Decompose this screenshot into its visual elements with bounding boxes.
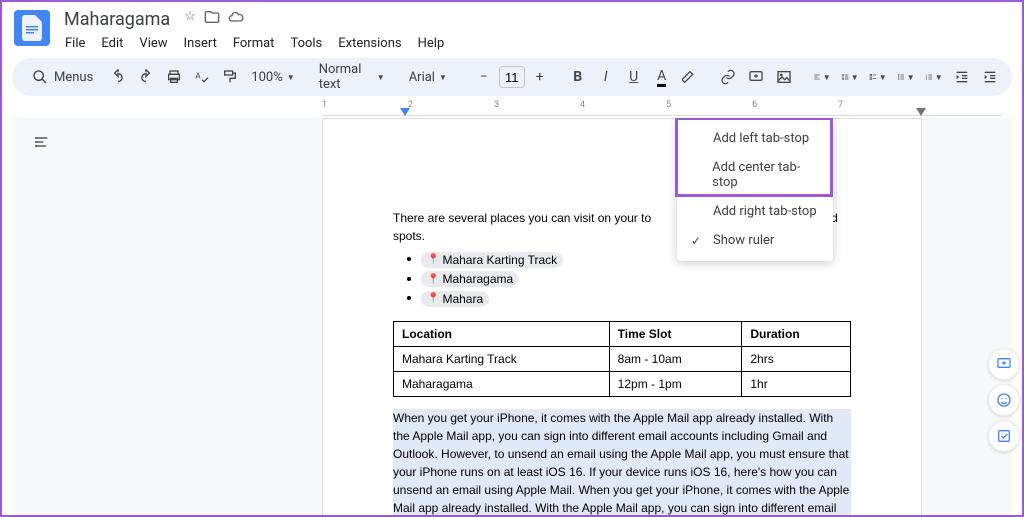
table-header: Location bbox=[394, 321, 610, 346]
italic-button[interactable]: I bbox=[593, 64, 619, 90]
docs-logo[interactable] bbox=[14, 10, 50, 46]
move-folder-icon[interactable] bbox=[204, 9, 220, 29]
table-row: Mahara Karting Track 8am - 10am 2hrs bbox=[394, 346, 851, 371]
schedule-table: Location Time Slot Duration Mahara Karti… bbox=[393, 321, 851, 397]
header: Maharagama ☆ File Edit View Insert Forma… bbox=[2, 2, 1022, 58]
font-size-input[interactable] bbox=[499, 66, 525, 88]
font-increase[interactable]: + bbox=[527, 64, 553, 90]
menu-file[interactable]: File bbox=[58, 32, 92, 55]
location-chip[interactable]: 📍Mahara bbox=[421, 291, 489, 307]
undo-button[interactable] bbox=[105, 64, 131, 90]
pin-icon: 📍 bbox=[427, 293, 439, 304]
ruler[interactable]: 1 2 3 4 5 6 7 bbox=[322, 100, 1002, 116]
highlight-button[interactable] bbox=[677, 64, 703, 90]
underline-button[interactable]: U bbox=[621, 64, 647, 90]
menu-show-ruler[interactable]: ✓Show ruler bbox=[677, 226, 833, 255]
menu-add-left-tab[interactable]: Add left tab-stop bbox=[677, 124, 833, 153]
align-button[interactable]: ▼ bbox=[809, 64, 835, 90]
cloud-status-icon[interactable] bbox=[228, 9, 244, 29]
add-comment-fab[interactable] bbox=[988, 348, 1020, 380]
document-canvas: There are several places you can visit o… bbox=[12, 118, 1012, 515]
table-header: Time Slot bbox=[609, 321, 742, 346]
table-header: Duration bbox=[742, 321, 851, 346]
menu-add-right-tab[interactable]: Add right tab-stop bbox=[677, 197, 833, 226]
table-row: Maharagama 12pm - 1pm 1hr bbox=[394, 371, 851, 396]
search-label: Menus bbox=[54, 70, 93, 85]
bullet-list-button[interactable]: ▼ bbox=[893, 64, 919, 90]
outline-toggle[interactable] bbox=[28, 128, 56, 156]
star-icon[interactable]: ☆ bbox=[184, 9, 196, 29]
menu-help[interactable]: Help bbox=[411, 32, 452, 55]
redo-button[interactable] bbox=[133, 64, 159, 90]
suggest-fab[interactable] bbox=[988, 420, 1020, 452]
pin-icon: 📍 bbox=[427, 274, 439, 285]
checklist-button[interactable]: ▼ bbox=[865, 64, 891, 90]
print-button[interactable] bbox=[161, 64, 187, 90]
indent-button[interactable] bbox=[977, 64, 1003, 90]
search-icon bbox=[32, 69, 48, 85]
location-chip[interactable]: 📍Mahara Karting Track bbox=[421, 252, 563, 268]
location-chip[interactable]: 📍Maharagama bbox=[421, 271, 519, 287]
svg-text:A: A bbox=[196, 71, 202, 80]
spellcheck-button[interactable]: A bbox=[189, 64, 215, 90]
link-button[interactable] bbox=[715, 64, 741, 90]
floating-actions bbox=[988, 348, 1020, 452]
bold-button[interactable]: B bbox=[565, 64, 591, 90]
comment-button[interactable] bbox=[743, 64, 769, 90]
selected-paragraph: When you get your iPhone, it comes with … bbox=[393, 409, 851, 516]
search-menus[interactable]: Menus bbox=[22, 66, 103, 88]
emoji-fab[interactable] bbox=[988, 384, 1020, 416]
font-decrease[interactable]: − bbox=[471, 64, 497, 90]
numbered-list-button[interactable]: 123▼ bbox=[921, 64, 947, 90]
zoom-select[interactable]: 100%▼ bbox=[245, 64, 300, 90]
ruler-area: 1 2 3 4 5 6 7 bbox=[2, 100, 1022, 120]
menu-view[interactable]: View bbox=[132, 32, 174, 55]
image-button[interactable] bbox=[771, 64, 797, 90]
text-color-button[interactable]: A bbox=[649, 64, 675, 90]
check-icon: ✓ bbox=[691, 234, 705, 248]
toolbar: Menus A 100%▼ Normal text▼ Arial▼ − + B … bbox=[12, 58, 1012, 96]
menu-edit[interactable]: Edit bbox=[94, 32, 130, 55]
ruler-context-menu: Add left tab-stop Add center tab-stop Ad… bbox=[677, 118, 833, 261]
paint-format-button[interactable] bbox=[217, 64, 243, 90]
line-spacing-button[interactable]: ▼ bbox=[837, 64, 863, 90]
menu-add-center-tab[interactable]: Add center tab-stop bbox=[677, 153, 833, 197]
list-item: 📍Maharagama bbox=[421, 271, 851, 288]
outdent-button[interactable] bbox=[949, 64, 975, 90]
list-item: 📍Mahara bbox=[421, 290, 851, 307]
pin-icon: 📍 bbox=[427, 254, 439, 265]
menu-bar: File Edit View Insert Format Tools Exten… bbox=[58, 30, 451, 56]
font-select[interactable]: Arial▼ bbox=[403, 64, 459, 90]
style-select[interactable]: Normal text▼ bbox=[313, 64, 391, 90]
menu-insert[interactable]: Insert bbox=[177, 32, 224, 55]
menu-tools[interactable]: Tools bbox=[283, 32, 329, 55]
indent-marker-right[interactable] bbox=[916, 108, 926, 116]
document-title[interactable]: Maharagama bbox=[58, 7, 176, 32]
menu-extensions[interactable]: Extensions bbox=[331, 32, 408, 55]
menu-format[interactable]: Format bbox=[226, 32, 282, 55]
